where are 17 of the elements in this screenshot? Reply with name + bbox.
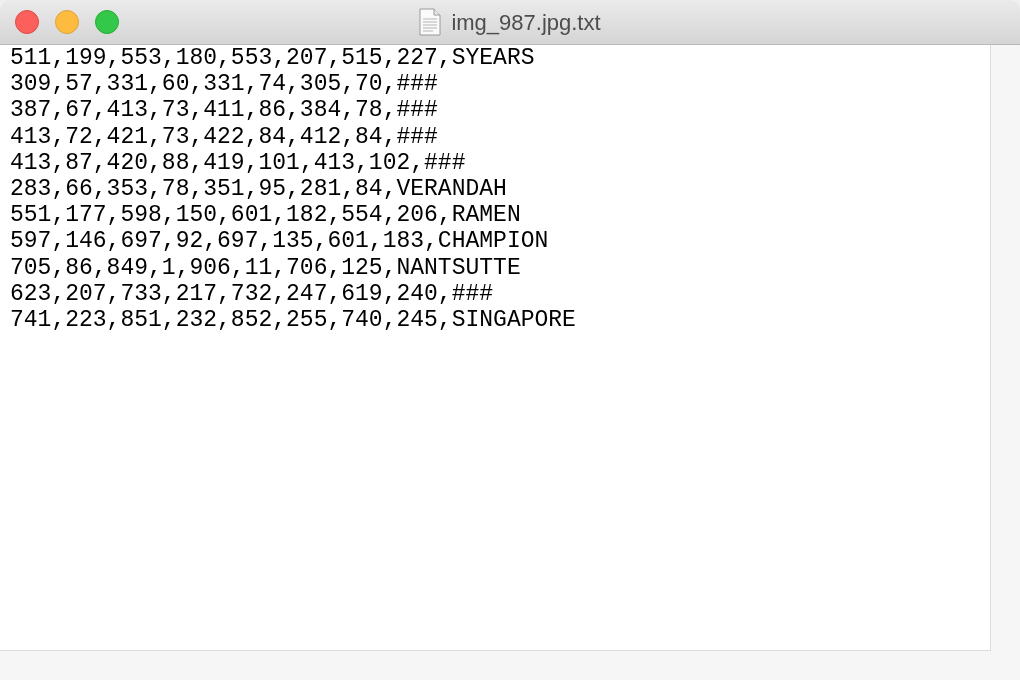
- text-line: 705,86,849,1,906,11,706,125,NANTSUTTE: [10, 254, 521, 281]
- text-line: 623,207,733,217,732,247,619,240,###: [10, 280, 494, 308]
- text-line: 597,146,697,92,697,135,601,183,CHAMPION: [10, 228, 549, 255]
- text-line: 413,87,420,88,419,101,413,102,###: [10, 149, 466, 176]
- close-button[interactable]: [15, 10, 39, 34]
- document-icon: [419, 8, 442, 36]
- text-editor[interactable]: [0, 45, 991, 651]
- text-line: 551,177,598,150,601,182,554,206,RAMEN: [10, 202, 521, 229]
- text-line: 387,67,413,73,411,86,384,78,###: [10, 97, 438, 124]
- text-line: 309,57,331,60,331,74,305,70,###: [10, 71, 438, 98]
- text-line: 283,66,353,78,351,95,281,84,VERANDAH: [10, 176, 507, 203]
- text-line: 741,223,851,232,852,255,740,245,SINGAPORE: [10, 307, 576, 334]
- zoom-button[interactable]: [95, 10, 119, 34]
- text-line: 413,72,421,73,422,84,412,84,###: [10, 123, 438, 150]
- text-line: 511,199,553,180,553,207,515,227,SYEARS: [10, 45, 535, 72]
- window-title: img_987.jpg.txt: [451, 8, 601, 37]
- minimize-button[interactable]: [55, 10, 79, 34]
